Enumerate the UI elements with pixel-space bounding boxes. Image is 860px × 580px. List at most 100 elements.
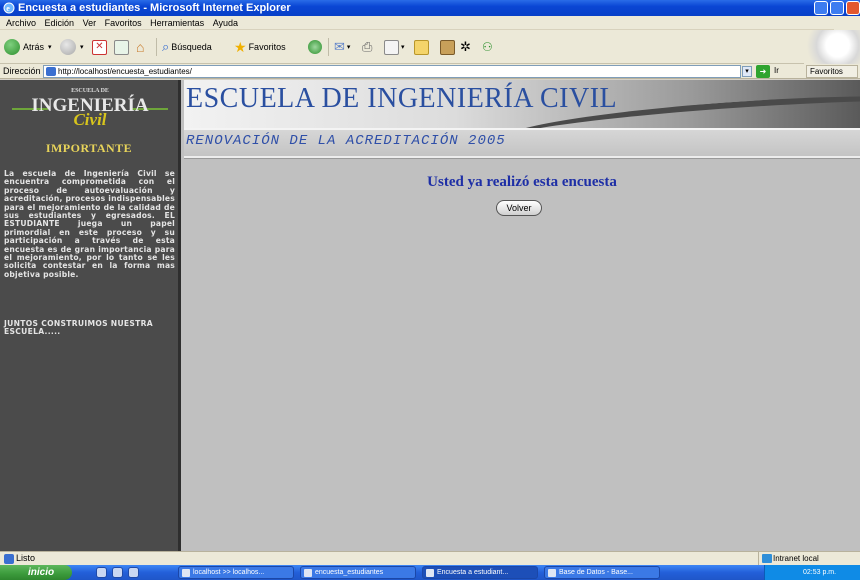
quicklaunch-desktop-icon[interactable] [96, 567, 107, 578]
favorites-button[interactable]: ★ Favoritos [234, 38, 286, 56]
banner-title: ESCUELA DE INGENIERÍA CIVIL [186, 83, 618, 114]
favorites-links-label: Favoritos [810, 67, 843, 76]
research-icon [440, 39, 455, 55]
taskbar-item-label: localhost >> localhos... [193, 569, 265, 576]
chevron-down-icon: ▾ [346, 44, 351, 51]
menu-ver[interactable]: Ver [83, 16, 97, 30]
favorites-links-button[interactable]: Favoritos [806, 65, 858, 78]
status-text: Listo [16, 553, 36, 563]
stop-button[interactable]: ✕ [92, 38, 107, 56]
minimize-button[interactable] [814, 1, 828, 15]
stop-icon: ✕ [92, 39, 107, 55]
back-arrow-icon [4, 39, 20, 55]
chevron-down-icon: ▾ [401, 44, 405, 51]
forward-button[interactable]: ▾ [60, 38, 84, 56]
menu-edicion[interactable]: Edición [45, 16, 75, 30]
taskbar-item-label: encuesta_estudiantes [315, 569, 384, 576]
start-button[interactable]: inicio [0, 565, 72, 580]
refresh-button[interactable] [114, 38, 129, 56]
search-button[interactable]: ⌕ Búsqueda [162, 38, 212, 56]
search-icon: ⌕ [162, 39, 170, 54]
logo-top-text: ESCUELA DE [71, 88, 109, 94]
favorites-label: Favoritos [248, 42, 286, 52]
taskbar-item[interactable]: localhost >> localhos... [178, 566, 294, 579]
home-button[interactable]: ⌂ [136, 38, 144, 56]
home-icon: ⌂ [136, 39, 145, 55]
messenger-button[interactable]: ✲ [460, 38, 471, 56]
security-zone: Intranet local [758, 552, 860, 565]
messenger-icon: ✲ [460, 39, 471, 54]
edit-icon [384, 39, 399, 55]
folder-icon [304, 569, 312, 577]
extra-button[interactable]: ⚇ [482, 38, 493, 56]
sidebar-body-text: La escuela de Ingeniería Civil se encuen… [4, 169, 175, 279]
people-icon: ⚇ [482, 40, 493, 54]
menu-favoritos[interactable]: Favoritos [105, 16, 142, 30]
banner-subtitle: RENOVACIÓN DE LA ACREDITACIÓN 2005 [186, 133, 506, 149]
edit-button[interactable]: ▾ [384, 38, 405, 56]
zone-label: Intranet local [773, 554, 819, 563]
go-label: Ir [774, 66, 779, 75]
internet-explorer-icon: e [3, 2, 15, 14]
maximize-button[interactable] [830, 1, 844, 15]
standard-toolbar: Atrás ▾ ▾ ✕ ⌂ ⌕ Búsqueda ★ Favoritos ✉ ▾… [0, 30, 860, 64]
mail-icon: ✉ [334, 39, 345, 54]
system-tray: 02:53 p.m. [764, 565, 860, 580]
intranet-icon [762, 554, 772, 563]
folder-button[interactable] [414, 38, 429, 56]
taskbar-item-label: Encuesta a estudiant... [437, 569, 509, 576]
quicklaunch-browser-icon[interactable] [112, 567, 123, 578]
address-input[interactable]: http://localhost/encuesta_estudiantes/ [43, 65, 741, 78]
chevron-down-icon: ▾ [80, 44, 84, 51]
menu-archivo[interactable]: Archivo [6, 16, 36, 30]
star-icon: ★ [234, 38, 247, 55]
windows-logo-icon [834, 16, 860, 30]
chevron-down-icon: ▾ [48, 44, 52, 51]
mail-button[interactable]: ✉ ▾ [334, 38, 350, 56]
taskbar-item-active[interactable]: Encuesta a estudiant... [422, 566, 538, 579]
taskbar-item[interactable]: Base de Datos - Base... [544, 566, 660, 579]
toolbar-divider [156, 38, 157, 56]
window-titlebar: e Encuesta a estudiantes - Microsoft Int… [0, 0, 860, 16]
page-status-icon [4, 554, 14, 564]
taskbar-item[interactable]: encuesta_estudiantes [300, 566, 416, 579]
go-button[interactable]: ➜ [756, 65, 770, 78]
banner-divider [184, 156, 860, 159]
menu-ayuda[interactable]: Ayuda [213, 16, 238, 30]
taskbar: inicio localhost >> localhos... encuesta… [0, 565, 860, 580]
database-icon [548, 569, 556, 577]
history-button[interactable] [308, 38, 322, 56]
volver-button[interactable]: Volver [496, 200, 542, 216]
close-button[interactable] [846, 1, 860, 15]
logo-sub-text: Civil [73, 110, 107, 129]
search-label: Búsqueda [171, 42, 212, 52]
start-label: inicio [28, 567, 55, 578]
status-bar: Listo Intranet local [0, 551, 860, 565]
history-icon [308, 40, 322, 54]
menu-herramientas[interactable]: Herramientas [150, 16, 204, 30]
window-title: Encuesta a estudiantes - Microsoft Inter… [18, 2, 291, 14]
svg-text:e: e [6, 4, 10, 13]
address-label: Dirección [3, 66, 41, 76]
back-button[interactable]: Atrás ▾ [4, 38, 52, 56]
address-bar: Dirección http://localhost/encuesta_estu… [0, 64, 860, 79]
address-url: http://localhost/encuesta_estudiantes/ [58, 67, 192, 76]
quicklaunch-media-icon[interactable] [128, 567, 139, 578]
page-icon [46, 67, 56, 76]
refresh-icon [114, 39, 129, 55]
taskbar-item-label: Base de Datos - Base... [559, 569, 633, 576]
window-controls [800, 0, 860, 16]
school-logo: ESCUELA DE INGENIERÍA Civil [12, 88, 168, 132]
menu-bar: Archivo Edición Ver Favoritos Herramient… [0, 16, 860, 30]
toolbar-divider [328, 38, 329, 56]
back-label: Atrás [23, 42, 45, 52]
windows-xp-logo-icon [804, 30, 860, 64]
address-dropdown-button[interactable]: ▾ [742, 66, 752, 77]
print-button[interactable]: ⎙ [362, 38, 372, 56]
clock[interactable]: 02:53 p.m. [803, 569, 836, 576]
research-button[interactable] [440, 38, 455, 56]
forward-arrow-icon [60, 39, 76, 55]
page-viewport: ESCUELA DE INGENIERÍA Civil IMPORTANTE L… [0, 80, 860, 551]
window-icon [182, 569, 190, 577]
sidebar: ESCUELA DE INGENIERÍA Civil IMPORTANTE L… [0, 80, 181, 551]
